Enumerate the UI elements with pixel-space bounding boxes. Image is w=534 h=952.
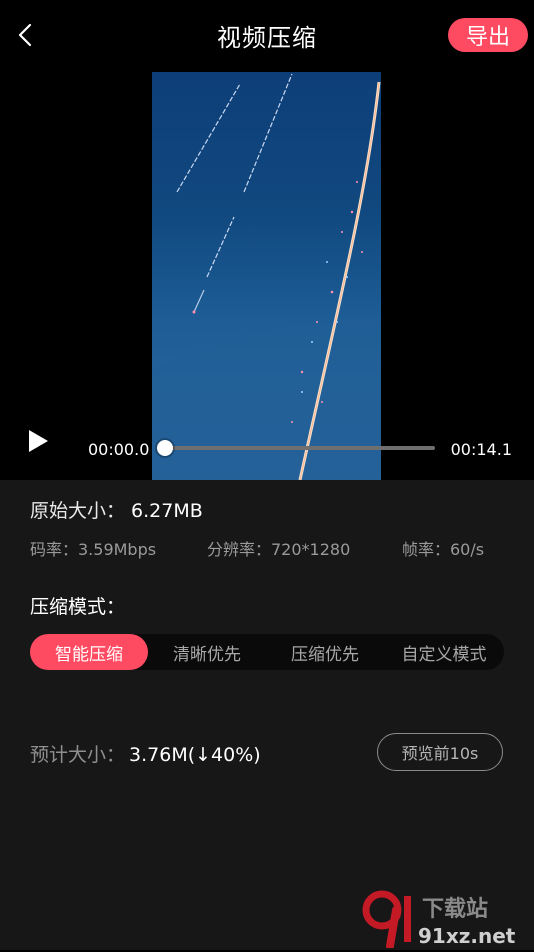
current-time: 00:00.0: [88, 440, 150, 459]
framerate-text: 帧率：60/s: [402, 540, 485, 559]
svg-text:91xz.net: 91xz.net: [418, 924, 516, 948]
video-preview[interactable]: [152, 72, 381, 480]
video-frame-image: [152, 73, 381, 480]
mode-custom[interactable]: 自定义模式: [384, 634, 504, 670]
mode-clarity-first[interactable]: 清晰优先: [148, 634, 266, 670]
total-time: 00:14.1: [450, 440, 512, 459]
original-size-value: 6.27MB: [131, 500, 203, 522]
resolution-text: 分辨率：720*1280: [207, 540, 351, 559]
original-size: 原始大小： 6.27MB: [30, 496, 203, 523]
preview-button[interactable]: 预览前10s: [377, 733, 503, 771]
site-watermark-logo: 下载站 91xz.net: [360, 888, 530, 950]
original-size-label: 原始大小：: [30, 500, 126, 522]
compression-mode-title: 压缩模式：: [30, 596, 126, 618]
compression-mode-selector: 智能压缩 清晰优先 压缩优先 自定义模式: [30, 634, 504, 670]
estimated-size-value: 3.76M(↓40%): [129, 744, 261, 766]
play-button[interactable]: [26, 428, 52, 454]
mode-compression-first[interactable]: 压缩优先: [266, 634, 384, 670]
watermark-logo-graphic: 下载站 91xz.net: [362, 890, 516, 950]
mode-smart-compress[interactable]: 智能压缩: [30, 634, 148, 670]
seek-bar[interactable]: [157, 440, 435, 456]
play-icon: [29, 430, 48, 452]
estimated-size-label: 预计大小：: [30, 744, 126, 766]
video-player: 00:00.0 00:14.1: [0, 72, 534, 480]
seek-thumb[interactable]: [157, 440, 173, 456]
estimated-size: 预计大小： 3.76M(↓40%): [30, 740, 261, 767]
svg-text:下载站: 下载站: [422, 896, 488, 922]
bitrate-text: 码率：3.59Mbps: [30, 540, 157, 559]
compression-panel: 原始大小： 6.27MB 码率：3.59Mbps 分辨率：720*1280 帧率：…: [0, 480, 534, 950]
export-button[interactable]: 导出: [448, 18, 528, 52]
top-bar: 视频压缩 导出: [0, 0, 534, 72]
